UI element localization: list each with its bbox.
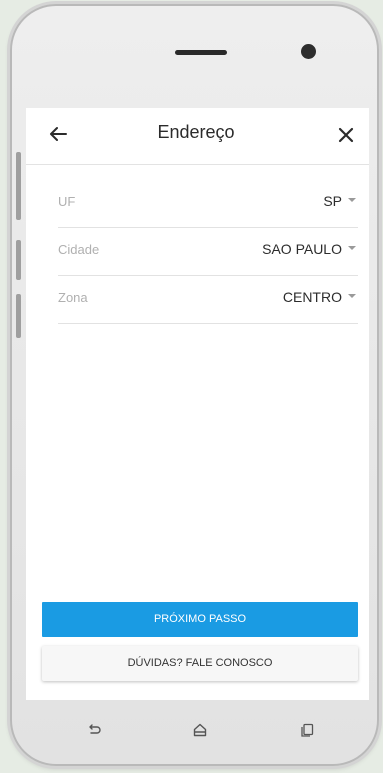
arrow-left-icon[interactable] xyxy=(46,122,70,146)
cidade-value: SAO PAULO xyxy=(262,241,342,257)
page-title: Endereço xyxy=(157,122,235,142)
power-button xyxy=(16,294,21,338)
zona-value: CENTRO xyxy=(282,289,342,305)
zona-select[interactable]: Zona CENTRO xyxy=(58,276,358,324)
cidade-label: Cidade xyxy=(58,242,100,257)
header: Endereço xyxy=(26,108,369,165)
cidade-select[interactable]: Cidade SAO PAULO xyxy=(58,228,358,276)
address-form: UF SP Cidade SAO PAULO Zona CENTRO xyxy=(58,180,358,324)
next-step-button[interactable]: PRÓXIMO PASSO xyxy=(42,602,358,637)
nav-home-icon[interactable] xyxy=(192,722,208,738)
volume-down-button xyxy=(16,240,21,280)
chevron-down-icon xyxy=(348,294,356,298)
help-contact-button[interactable]: DÚVIDAS? FALE CONOSCO xyxy=(42,646,358,681)
app-screen: Endereço UF SP Cidade SAO PAULO Zona CEN… xyxy=(26,108,369,700)
volume-up-button xyxy=(16,152,21,220)
nav-back-icon[interactable] xyxy=(86,722,102,738)
stage: Endereço UF SP Cidade SAO PAULO Zona CEN… xyxy=(0,0,383,773)
android-nav-bar xyxy=(26,700,369,754)
zona-label: Zona xyxy=(58,290,88,305)
close-icon[interactable] xyxy=(337,126,355,144)
nav-recents-icon[interactable] xyxy=(299,722,315,738)
uf-value: SP xyxy=(323,193,342,209)
uf-label: UF xyxy=(58,194,76,209)
chevron-down-icon xyxy=(348,198,356,202)
phone-camera xyxy=(301,44,316,59)
phone-speaker xyxy=(175,50,227,55)
chevron-down-icon xyxy=(348,246,356,250)
uf-select[interactable]: UF SP xyxy=(58,180,358,228)
